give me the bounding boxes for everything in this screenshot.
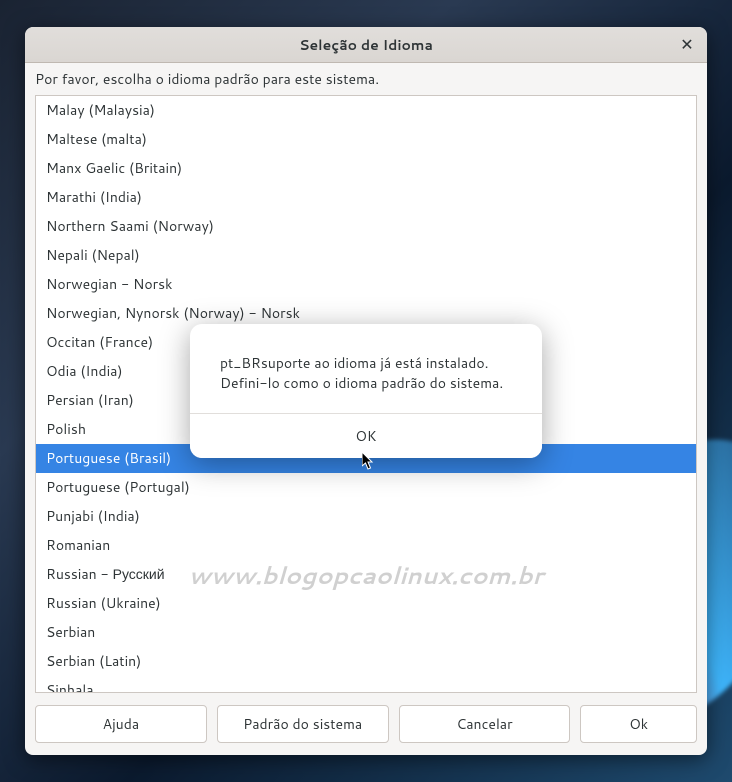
list-item[interactable]: Nepali (Nepal): [36, 241, 696, 270]
list-item[interactable]: Norwegian - Norsk: [36, 270, 696, 299]
confirmation-modal: pt_BRsuporte ao idioma já está instalado…: [190, 324, 542, 458]
list-item[interactable]: Punjabi (India): [36, 502, 696, 531]
list-item[interactable]: Russian (Ukraine): [36, 589, 696, 618]
list-item[interactable]: Malay (Malaysia): [36, 96, 696, 125]
close-icon: ✕: [680, 33, 693, 56]
list-item[interactable]: Serbian: [36, 618, 696, 647]
modal-ok-button[interactable]: OK: [190, 414, 542, 458]
list-item[interactable]: Maltese (malta): [36, 125, 696, 154]
list-item[interactable]: Russian - Русский: [36, 560, 696, 589]
modal-text-line2: Defini-lo como o idioma padrão do sistem…: [220, 374, 512, 394]
list-item[interactable]: Marathi (India): [36, 183, 696, 212]
list-item[interactable]: Romanian: [36, 531, 696, 560]
dialog-title: Seleção de Idioma: [299, 35, 433, 55]
list-item[interactable]: Northern Saami (Norway): [36, 212, 696, 241]
instruction-text: Por favor, escolha o idioma padrão para …: [25, 63, 707, 95]
help-button[interactable]: Ajuda: [35, 705, 207, 743]
modal-button-bar: OK: [190, 413, 542, 458]
modal-message: pt_BRsuporte ao idioma já está instalado…: [190, 324, 542, 413]
modal-text-line1: pt_BRsuporte ao idioma já está instalado…: [220, 354, 512, 374]
system-default-button[interactable]: Padrão do sistema: [217, 705, 389, 743]
list-item[interactable]: Serbian (Latin): [36, 647, 696, 676]
button-bar: Ajuda Padrão do sistema Cancelar Ok: [25, 693, 707, 755]
titlebar: Seleção de Idioma ✕: [25, 27, 707, 63]
close-button[interactable]: ✕: [675, 33, 699, 57]
cancel-button[interactable]: Cancelar: [399, 705, 571, 743]
ok-button[interactable]: Ok: [580, 705, 697, 743]
list-item[interactable]: Manx Gaelic (Britain): [36, 154, 696, 183]
list-item[interactable]: Portuguese (Portugal): [36, 473, 696, 502]
list-item[interactable]: Sinhala: [36, 676, 696, 693]
